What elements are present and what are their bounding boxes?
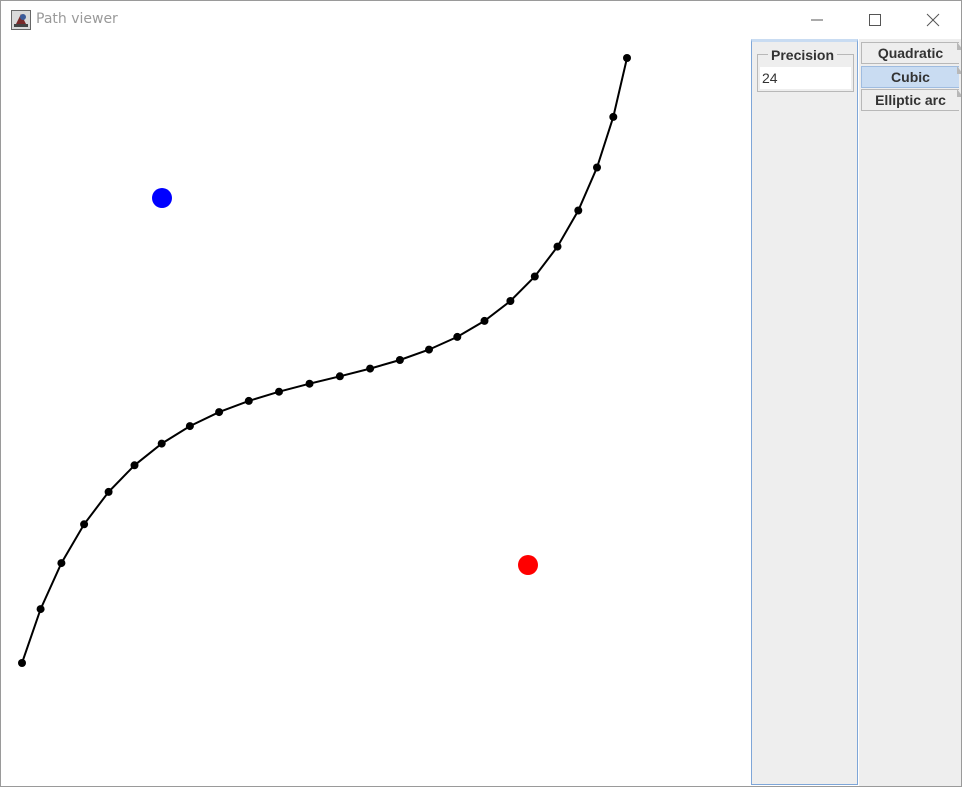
close-button[interactable] <box>904 1 961 39</box>
path-sample-point <box>104 487 113 496</box>
path-sample-point <box>275 387 283 396</box>
tab-cubic[interactable]: Cubic <box>861 66 961 88</box>
path-sample-point <box>80 520 89 529</box>
control-point-1[interactable] <box>152 188 172 208</box>
precision-input[interactable] <box>760 67 851 89</box>
java-app-icon <box>11 10 31 30</box>
maximize-icon <box>869 14 881 26</box>
path-sample-point <box>305 379 314 388</box>
control-point-2[interactable] <box>518 555 538 575</box>
path-viewer-window: Path viewer Precision Quadratic Cub <box>0 0 962 787</box>
path-sample-point <box>185 422 194 431</box>
path-sample-point <box>36 605 45 614</box>
path-sample-point <box>506 297 515 305</box>
path-sample-point <box>553 242 562 251</box>
path-sample-point <box>18 659 26 667</box>
path-sample-point <box>244 396 253 405</box>
path-sample-point <box>215 408 224 417</box>
window-title: Path viewer <box>36 11 118 27</box>
settings-panel: Precision <box>751 39 858 785</box>
path-sample-point <box>480 316 489 325</box>
tab-elliptic-arc[interactable]: Elliptic arc <box>861 89 961 111</box>
title-bar[interactable]: Path viewer <box>1 1 961 39</box>
path-sample-point <box>609 112 618 121</box>
path-canvas[interactable] <box>1 39 751 785</box>
minimize-icon <box>811 19 823 21</box>
minimize-button[interactable] <box>788 1 846 39</box>
maximize-button[interactable] <box>846 1 904 39</box>
path-sample-point <box>57 559 66 568</box>
path-sample-point <box>157 439 166 448</box>
path-sample-point <box>574 206 583 215</box>
path-sample-point <box>425 345 433 354</box>
path-sample-point <box>366 364 375 373</box>
path-sample-point <box>453 332 462 341</box>
path-sample-point <box>530 272 539 281</box>
path-sample-point <box>593 163 601 172</box>
path-sample-point <box>623 54 631 62</box>
cubic-path-line <box>21 57 628 664</box>
path-sample-point <box>395 356 404 364</box>
path-sample-point <box>130 461 139 470</box>
precision-group: Precision <box>757 47 854 92</box>
precision-label: Precision <box>768 47 838 63</box>
path-sample-point <box>335 372 344 381</box>
path-drawing[interactable] <box>1 39 751 785</box>
curve-type-tabs: Quadratic Cubic Elliptic arc <box>859 39 961 786</box>
close-icon <box>926 13 940 27</box>
tab-quadratic[interactable]: Quadratic <box>861 42 961 64</box>
